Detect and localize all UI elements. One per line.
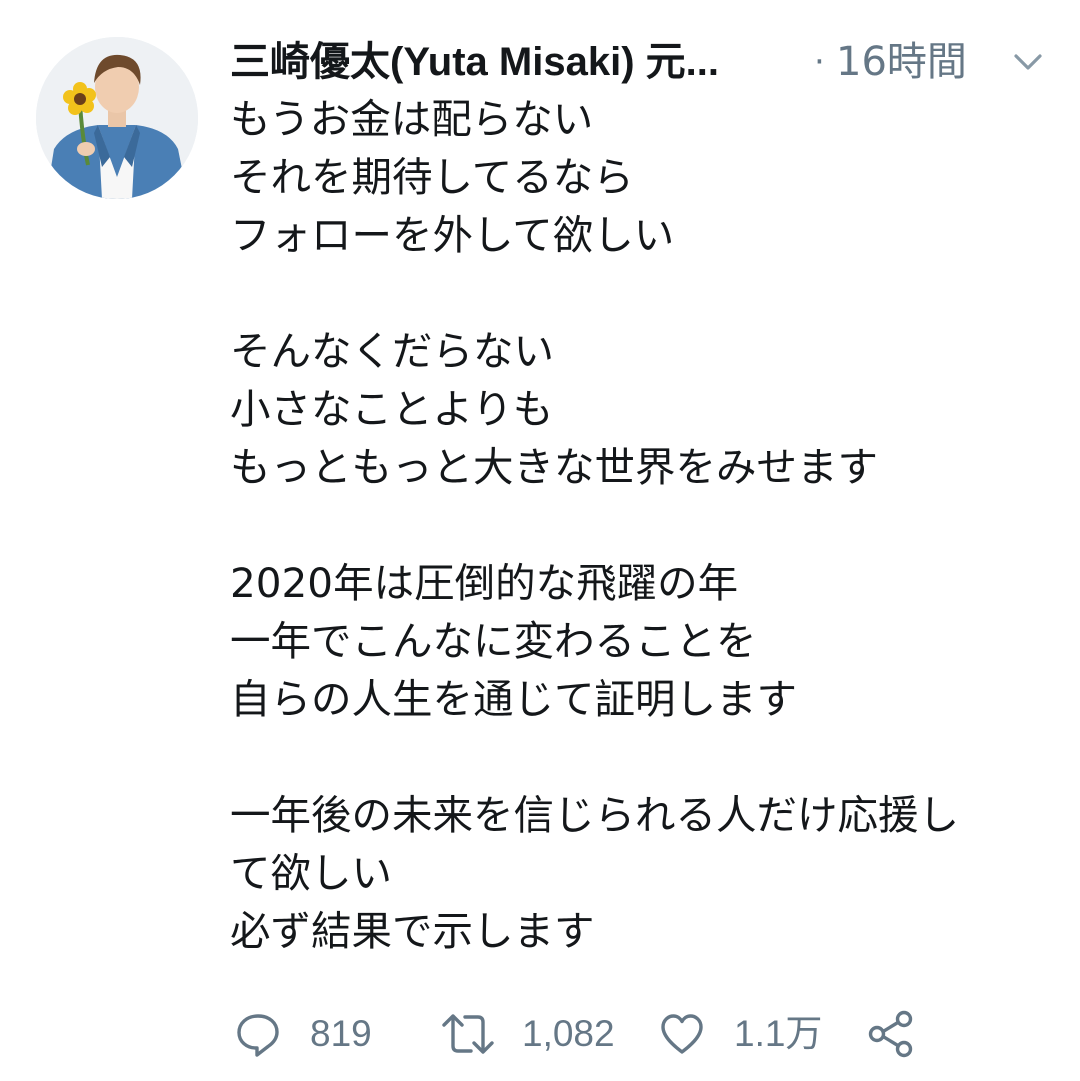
reply-button[interactable]: 819	[234, 1006, 372, 1062]
like-button[interactable]: 1.1万	[658, 1006, 822, 1062]
tweet-line: 必ず結果で示します	[230, 907, 595, 955]
separator-dot: ·	[814, 42, 825, 82]
tweet-line: そんなくだらない	[230, 327, 554, 375]
retweet-count: 1,082	[522, 1013, 615, 1054]
avatar-photo	[36, 37, 198, 199]
tweet-line: 2020年は圧倒的な飛躍の年	[230, 559, 739, 607]
tweet-line	[230, 728, 1050, 786]
tweet-line: 自らの人生を通じて証明します	[230, 675, 797, 723]
tweet-line: て欲しい	[230, 849, 392, 897]
like-count: 1.1万	[734, 1013, 823, 1054]
share-button[interactable]	[866, 1006, 916, 1062]
avatar[interactable]	[36, 37, 198, 199]
reply-bubble-icon	[237, 1014, 279, 1057]
tweet-line: 小さなことよりも	[230, 385, 554, 433]
author-display-name[interactable]: 三崎優太(Yuta Misaki) 元...	[230, 34, 790, 90]
retweet-button[interactable]: 1,082	[440, 1006, 615, 1062]
share-icon	[868, 1010, 913, 1058]
tweet-line: フォローを外して欲しい	[230, 211, 675, 259]
tweet-line: 一年でこんなに変わることを	[230, 617, 757, 665]
retweet-icon	[442, 1014, 494, 1054]
tweet-line	[230, 496, 1050, 554]
tweet-line: それを期待してるなら	[230, 153, 634, 201]
tweet-text: もうお金は配らない それを期待してるなら フォローを外して欲しい そんなくだらな…	[230, 90, 1050, 960]
tweet-line: 一年後の未来を信じられる人だけ応援し	[230, 791, 959, 839]
reply-count: 819	[310, 1013, 372, 1054]
chevron-down-icon[interactable]	[1008, 42, 1048, 82]
tweet-line: もうお金は配らない	[230, 95, 594, 143]
tweet-line	[230, 264, 1050, 322]
tweet-line: もっともっと大きな世界をみせます	[230, 443, 878, 491]
tweet-timestamp[interactable]: 16時間	[836, 34, 967, 90]
tweet-header: 三崎優太(Yuta Misaki) 元... · 16時間	[230, 30, 1050, 94]
tweet-action-bar: 819 1,082 1.1万	[230, 1006, 1030, 1062]
heart-icon	[661, 1014, 703, 1054]
